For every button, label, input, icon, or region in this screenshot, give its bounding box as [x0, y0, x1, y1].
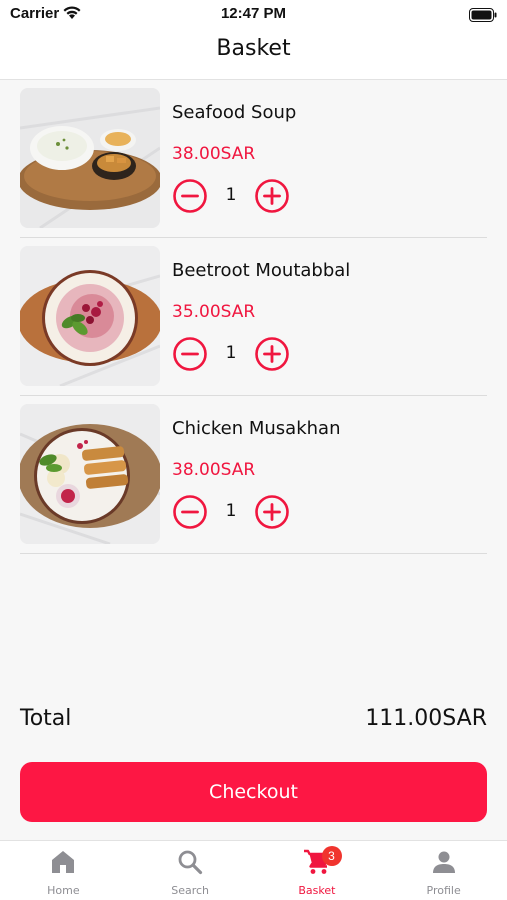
quantity-value: 1 — [225, 501, 237, 521]
tab-home[interactable]: Home — [0, 841, 127, 900]
item-price: 38.00SAR — [172, 144, 256, 164]
minus-circle-icon[interactable] — [172, 336, 208, 372]
tab-label: Home — [47, 884, 80, 897]
quantity-stepper: 1 — [172, 336, 290, 372]
quantity-value: 1 — [225, 185, 237, 205]
total-value: 111.00SAR — [365, 706, 487, 731]
quantity-stepper: 1 — [172, 178, 290, 214]
battery-icon — [469, 7, 497, 26]
basket-list: Seafood Soup 38.00SAR 1 Beetroot Moutabb… — [20, 80, 487, 554]
tab-label: Basket — [298, 884, 336, 897]
item-name: Seafood Soup — [172, 102, 297, 123]
food-image-seafood-soup — [20, 88, 160, 228]
quantity-value: 1 — [225, 343, 237, 363]
item-name: Beetroot Moutabbal — [172, 260, 351, 281]
minus-circle-icon[interactable] — [172, 178, 208, 214]
total-row: Total 111.00SAR — [20, 702, 487, 738]
basket-item: Beetroot Moutabbal 35.00SAR 1 — [20, 238, 487, 396]
basket-item: Chicken Musakhan 38.00SAR 1 — [20, 396, 487, 554]
clock: 12:47 PM — [220, 5, 287, 22]
navigation-bar: Basket — [0, 28, 507, 80]
home-icon — [50, 849, 76, 879]
food-image-beetroot-moutabbal — [20, 246, 160, 386]
page-title: Basket — [216, 36, 291, 61]
plus-circle-icon[interactable] — [254, 336, 290, 372]
tab-label: Profile — [426, 884, 461, 897]
food-image-chicken-musakhan — [20, 404, 160, 544]
basket-item: Seafood Soup 38.00SAR 1 — [20, 80, 487, 238]
tab-label: Search — [171, 884, 210, 897]
cart-count-badge: 3 — [321, 846, 342, 866]
checkout-button[interactable]: Checkout — [20, 762, 487, 822]
tab-bar: Home Search 3 Basket Profile — [0, 840, 507, 900]
item-name: Chicken Musakhan — [172, 418, 341, 439]
search-icon — [177, 849, 203, 879]
item-price: 38.00SAR — [172, 460, 256, 480]
tab-search[interactable]: Search — [127, 841, 254, 900]
status-bar: Carrier 12:47 PM — [0, 0, 507, 28]
quantity-stepper: 1 — [172, 494, 290, 530]
minus-circle-icon[interactable] — [172, 494, 208, 530]
total-label: Total — [20, 706, 72, 731]
tab-basket[interactable]: 3 Basket — [254, 841, 381, 900]
plus-circle-icon[interactable] — [254, 178, 290, 214]
person-icon — [431, 849, 457, 879]
plus-circle-icon[interactable] — [254, 494, 290, 530]
tab-profile[interactable]: Profile — [380, 841, 507, 900]
item-price: 35.00SAR — [172, 302, 256, 322]
